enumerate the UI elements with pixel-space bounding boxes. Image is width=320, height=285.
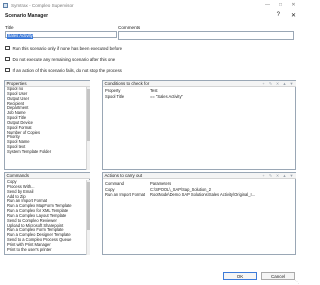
move-down-icon[interactable]: ▼ [290, 81, 294, 86]
column-header[interactable]: Parameters [150, 181, 295, 186]
table-row[interactable]: Spool Title == "Sales Activity" [103, 94, 295, 100]
delete-icon[interactable]: ✕ [276, 173, 280, 178]
scrollbar-thumb[interactable] [87, 182, 90, 230]
move-down-icon[interactable]: ▼ [290, 173, 294, 178]
conditions-title: Conditions to check for [104, 80, 150, 86]
window-controls: — □ ✕ [261, 0, 300, 10]
delete-icon[interactable]: ✕ [276, 81, 280, 86]
checkbox-icon[interactable] [5, 67, 10, 73]
ok-button[interactable]: OK [223, 272, 257, 280]
maximize-icon[interactable]: □ [274, 0, 287, 10]
comments-field[interactable] [118, 31, 294, 40]
conditions-header: Conditions to check for + ✎ ✕ ▲ ▼ [102, 80, 296, 87]
add-icon[interactable]: + [262, 173, 266, 178]
table-row[interactable]: Run an Import Format RootNode\Demo SAP S… [103, 192, 295, 198]
edit-icon[interactable]: ✎ [269, 81, 273, 86]
list-item[interactable]: System Template Folder [5, 149, 85, 155]
conditions-toolbar: + ✎ ✕ ▲ ▼ [259, 81, 294, 86]
commands-header: Commands [4, 172, 90, 179]
option-label: If an action of this scenario fails, do … [12, 67, 122, 73]
option-label: Do not execute any remaining scenario af… [12, 56, 116, 62]
add-icon[interactable]: + [262, 81, 266, 86]
actions-header: Actions to carry out + ✎ ✕ ▲ ▼ [102, 172, 296, 179]
table-header: Command Parameters [103, 181, 295, 187]
table-cell: C:\SPOOL\_SAP\Sap_Solution_2 [150, 186, 211, 192]
table-cell: RootNode\Demo SAP Solutions\Sales Activi… [150, 192, 256, 198]
column-header[interactable]: Command [103, 181, 150, 186]
window-titlebar: Symtrax - Compleo Supervisor — □ ✕ [0, 0, 300, 10]
properties-list[interactable]: Spool no Spool User Output User Recipien… [5, 87, 85, 169]
commands-list[interactable]: Copy Process With... Send by Email Add t… [5, 180, 85, 254]
commands-scrollbar[interactable] [85, 180, 90, 255]
edit-icon[interactable]: ✎ [269, 173, 273, 178]
properties-scrollbar[interactable] [85, 87, 90, 170]
column-header[interactable]: Test [150, 88, 295, 93]
table-cell: Copy [105, 186, 115, 192]
table-cell: == "Sales Activity" [150, 93, 183, 99]
properties-header: Properties [4, 80, 90, 87]
table-cell: Spool Title [105, 93, 125, 99]
title-label: Title [5, 25, 14, 30]
resize-grip-icon[interactable]: ⋱ [295, 279, 299, 284]
actions-toolbar: + ✎ ✕ ▲ ▼ [259, 173, 294, 178]
table-header: Property Test [103, 88, 295, 94]
app-icon [3, 2, 8, 8]
table-row[interactable]: Copy C:\SPOOL\_SAP\Sap_Solution_2 [103, 187, 295, 193]
move-up-icon[interactable]: ▲ [283, 81, 287, 86]
checkbox-icon[interactable] [5, 56, 10, 62]
comments-label: Comments [118, 25, 141, 30]
dialog-close-button[interactable]: ✕ [291, 12, 296, 19]
table-cell: Run an Import Format [105, 192, 146, 198]
list-item[interactable]: Print to the user's printer [5, 247, 85, 253]
conditions-table: Property Test Spool Title == "Sales Acti… [103, 88, 295, 168]
option-label: Run this scenario only if none has been … [12, 45, 123, 51]
column-header[interactable]: Property [103, 88, 150, 93]
actions-title: Actions to carry out [104, 172, 143, 178]
option-run-once[interactable]: Run this scenario only if none has been … [5, 45, 122, 51]
window-title: Symtrax - Compleo Supervisor [11, 2, 74, 8]
option-stop-remaining[interactable]: Do not execute any remaining scenario af… [5, 56, 115, 62]
cancel-button[interactable]: Cancel [261, 272, 295, 280]
scrollbar-thumb[interactable] [87, 89, 90, 141]
checkbox-icon[interactable] [5, 45, 10, 51]
minimize-icon[interactable]: — [261, 0, 274, 10]
move-up-icon[interactable]: ▲ [283, 173, 287, 178]
actions-table: Command Parameters Copy C:\SPOOL\_SAP\Sa… [103, 181, 295, 253]
title-input[interactable]: Sales Activity [5, 31, 117, 39]
title-input-value: Sales Activity [7, 33, 34, 39]
help-button[interactable]: ? [277, 12, 280, 18]
window-close-icon[interactable]: ✕ [287, 0, 300, 10]
dialog-heading: Scenario Manager [5, 13, 49, 19]
option-continue-on-fail[interactable]: If an action of this scenario fails, do … [5, 67, 122, 73]
